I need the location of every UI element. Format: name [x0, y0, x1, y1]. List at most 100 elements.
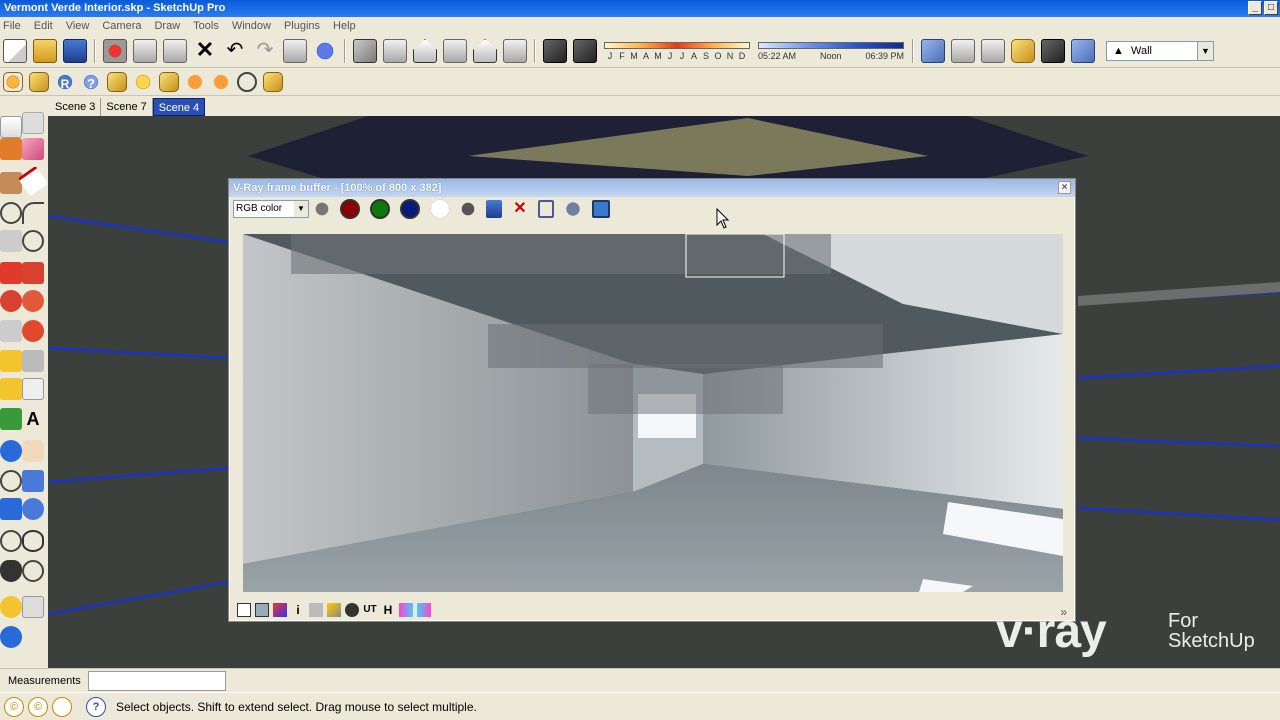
undo-icon[interactable]: ↶: [223, 39, 247, 63]
save-icon[interactable]: [63, 39, 87, 63]
omni-light-icon[interactable]: [133, 71, 153, 92]
pixel-info-icon[interactable]: [309, 603, 323, 617]
rotate-icon[interactable]: [0, 290, 22, 312]
spot-light-icon[interactable]: [185, 71, 205, 92]
tab-scene-7[interactable]: Scene 7: [101, 98, 153, 116]
ies-light-icon[interactable]: [211, 71, 231, 92]
back-view-icon[interactable]: [473, 39, 497, 63]
pan-hand-icon[interactable]: [22, 440, 44, 462]
shadows-icon[interactable]: [543, 39, 567, 63]
blue-channel-icon[interactable]: [400, 199, 420, 219]
share-model-icon[interactable]: [22, 596, 44, 618]
save-image-icon[interactable]: [486, 200, 502, 218]
paint-bucket-icon[interactable]: [0, 138, 22, 160]
print-icon[interactable]: [283, 39, 307, 63]
menu-camera[interactable]: Camera: [102, 20, 141, 32]
monochrome-icon[interactable]: [460, 200, 476, 218]
zoom-icon[interactable]: [0, 470, 22, 492]
chevron-down-icon[interactable]: ▼: [1197, 42, 1213, 60]
menu-tools[interactable]: Tools: [193, 20, 219, 32]
levels-icon[interactable]: [255, 603, 269, 617]
move-icon[interactable]: [0, 262, 22, 284]
right-view-icon[interactable]: [443, 39, 467, 63]
dome-light-icon[interactable]: [263, 71, 283, 92]
top-view-icon[interactable]: [383, 39, 407, 63]
show-corrections-icon[interactable]: [237, 603, 251, 617]
vray-render-icon[interactable]: R: [55, 71, 75, 92]
lut-icon[interactable]: UT: [363, 603, 377, 617]
left-view-icon[interactable]: [503, 39, 527, 63]
xray-icon[interactable]: [921, 39, 945, 63]
zoom-window-icon[interactable]: [22, 470, 44, 492]
menu-edit[interactable]: Edit: [34, 20, 53, 32]
new-doc-icon[interactable]: [3, 39, 27, 63]
freehand-icon[interactable]: [22, 230, 44, 252]
rgb-channel-icon[interactable]: [314, 200, 330, 218]
tab-scene-3[interactable]: Scene 3: [50, 98, 102, 116]
text-icon[interactable]: [22, 378, 44, 400]
tape-measure-icon[interactable]: [0, 350, 22, 372]
circle-icon[interactable]: [0, 202, 22, 224]
dimension-icon[interactable]: [22, 350, 44, 372]
get-models-icon[interactable]: [0, 596, 22, 618]
walk-icon[interactable]: [0, 560, 22, 582]
fog-icon[interactable]: [573, 39, 597, 63]
protractor-icon[interactable]: [0, 378, 22, 400]
offset-icon[interactable]: [22, 320, 44, 342]
push-pull-icon[interactable]: [22, 262, 44, 284]
shadow-time-slider[interactable]: 05:22 AM Noon 06:39 PM: [758, 41, 904, 61]
region-render-icon[interactable]: [592, 200, 610, 218]
delete-icon[interactable]: ✕: [193, 39, 217, 63]
vray-close-button[interactable]: ×: [1058, 181, 1071, 194]
copy-icon[interactable]: [133, 39, 157, 63]
rect-light-icon[interactable]: [159, 71, 179, 92]
open-folder-icon[interactable]: [33, 39, 57, 63]
google-earth-icon[interactable]: [0, 626, 22, 648]
clear-image-icon[interactable]: ✕: [512, 200, 528, 218]
shadow-month-slider[interactable]: J F M A M J J A S O N D: [604, 41, 750, 61]
vray-help-icon[interactable]: ?: [81, 71, 101, 92]
lens-effects-icon[interactable]: [327, 603, 341, 617]
menu-draw[interactable]: Draw: [154, 20, 180, 32]
color-correction-icon[interactable]: [273, 603, 287, 617]
geo-location-icon[interactable]: ©: [4, 696, 24, 717]
zoom-extents-icon[interactable]: [0, 498, 22, 520]
section-plane-icon[interactable]: [22, 560, 44, 582]
menu-help[interactable]: Help: [333, 20, 356, 32]
menu-file[interactable]: File: [3, 20, 21, 32]
compare-icon[interactable]: [417, 603, 431, 617]
rectangle-icon[interactable]: [0, 172, 22, 194]
tab-scene-4[interactable]: Scene 4: [152, 98, 206, 116]
polygon-icon[interactable]: [0, 230, 22, 252]
green-channel-icon[interactable]: [370, 199, 390, 219]
vray-frame-buffer-window[interactable]: V-Ray frame buffer - [100% of 800 x 382]…: [228, 178, 1076, 622]
srgb-icon[interactable]: [399, 603, 413, 617]
render-last-icon[interactable]: [564, 200, 582, 218]
track-mouse-icon[interactable]: [538, 200, 554, 218]
eraser-icon[interactable]: [22, 138, 44, 160]
sphere-light-icon[interactable]: [237, 71, 257, 92]
model-info-icon[interactable]: [313, 39, 337, 63]
iso-view-icon[interactable]: [353, 39, 377, 63]
menu-window[interactable]: Window: [232, 20, 271, 32]
position-camera-icon[interactable]: [0, 530, 22, 552]
user-icon[interactable]: [52, 696, 72, 717]
channel-select[interactable]: RGB color ▼: [233, 200, 309, 218]
red-channel-icon[interactable]: [340, 199, 360, 219]
select-arrow-icon[interactable]: [0, 116, 22, 138]
maximize-button[interactable]: □: [1264, 1, 1278, 15]
scale-icon[interactable]: [0, 320, 22, 342]
cut-icon[interactable]: [103, 39, 127, 63]
orbit-icon[interactable]: [0, 440, 22, 462]
vray-frame-buffer-icon[interactable]: [107, 71, 127, 92]
credits-icon[interactable]: ©: [28, 696, 48, 717]
3d-text-icon[interactable]: A: [22, 408, 44, 430]
vray-title-bar[interactable]: V-Ray frame buffer - [100% of 800 x 382]…: [229, 179, 1075, 197]
shaded-icon[interactable]: [1011, 39, 1035, 63]
alpha-channel-icon[interactable]: [430, 199, 450, 219]
redo-icon[interactable]: ↷: [253, 39, 277, 63]
menu-view[interactable]: View: [66, 20, 90, 32]
follow-me-icon[interactable]: [22, 290, 44, 312]
month-gradient-bar[interactable]: [604, 41, 750, 49]
wireframe-icon[interactable]: [951, 39, 975, 63]
